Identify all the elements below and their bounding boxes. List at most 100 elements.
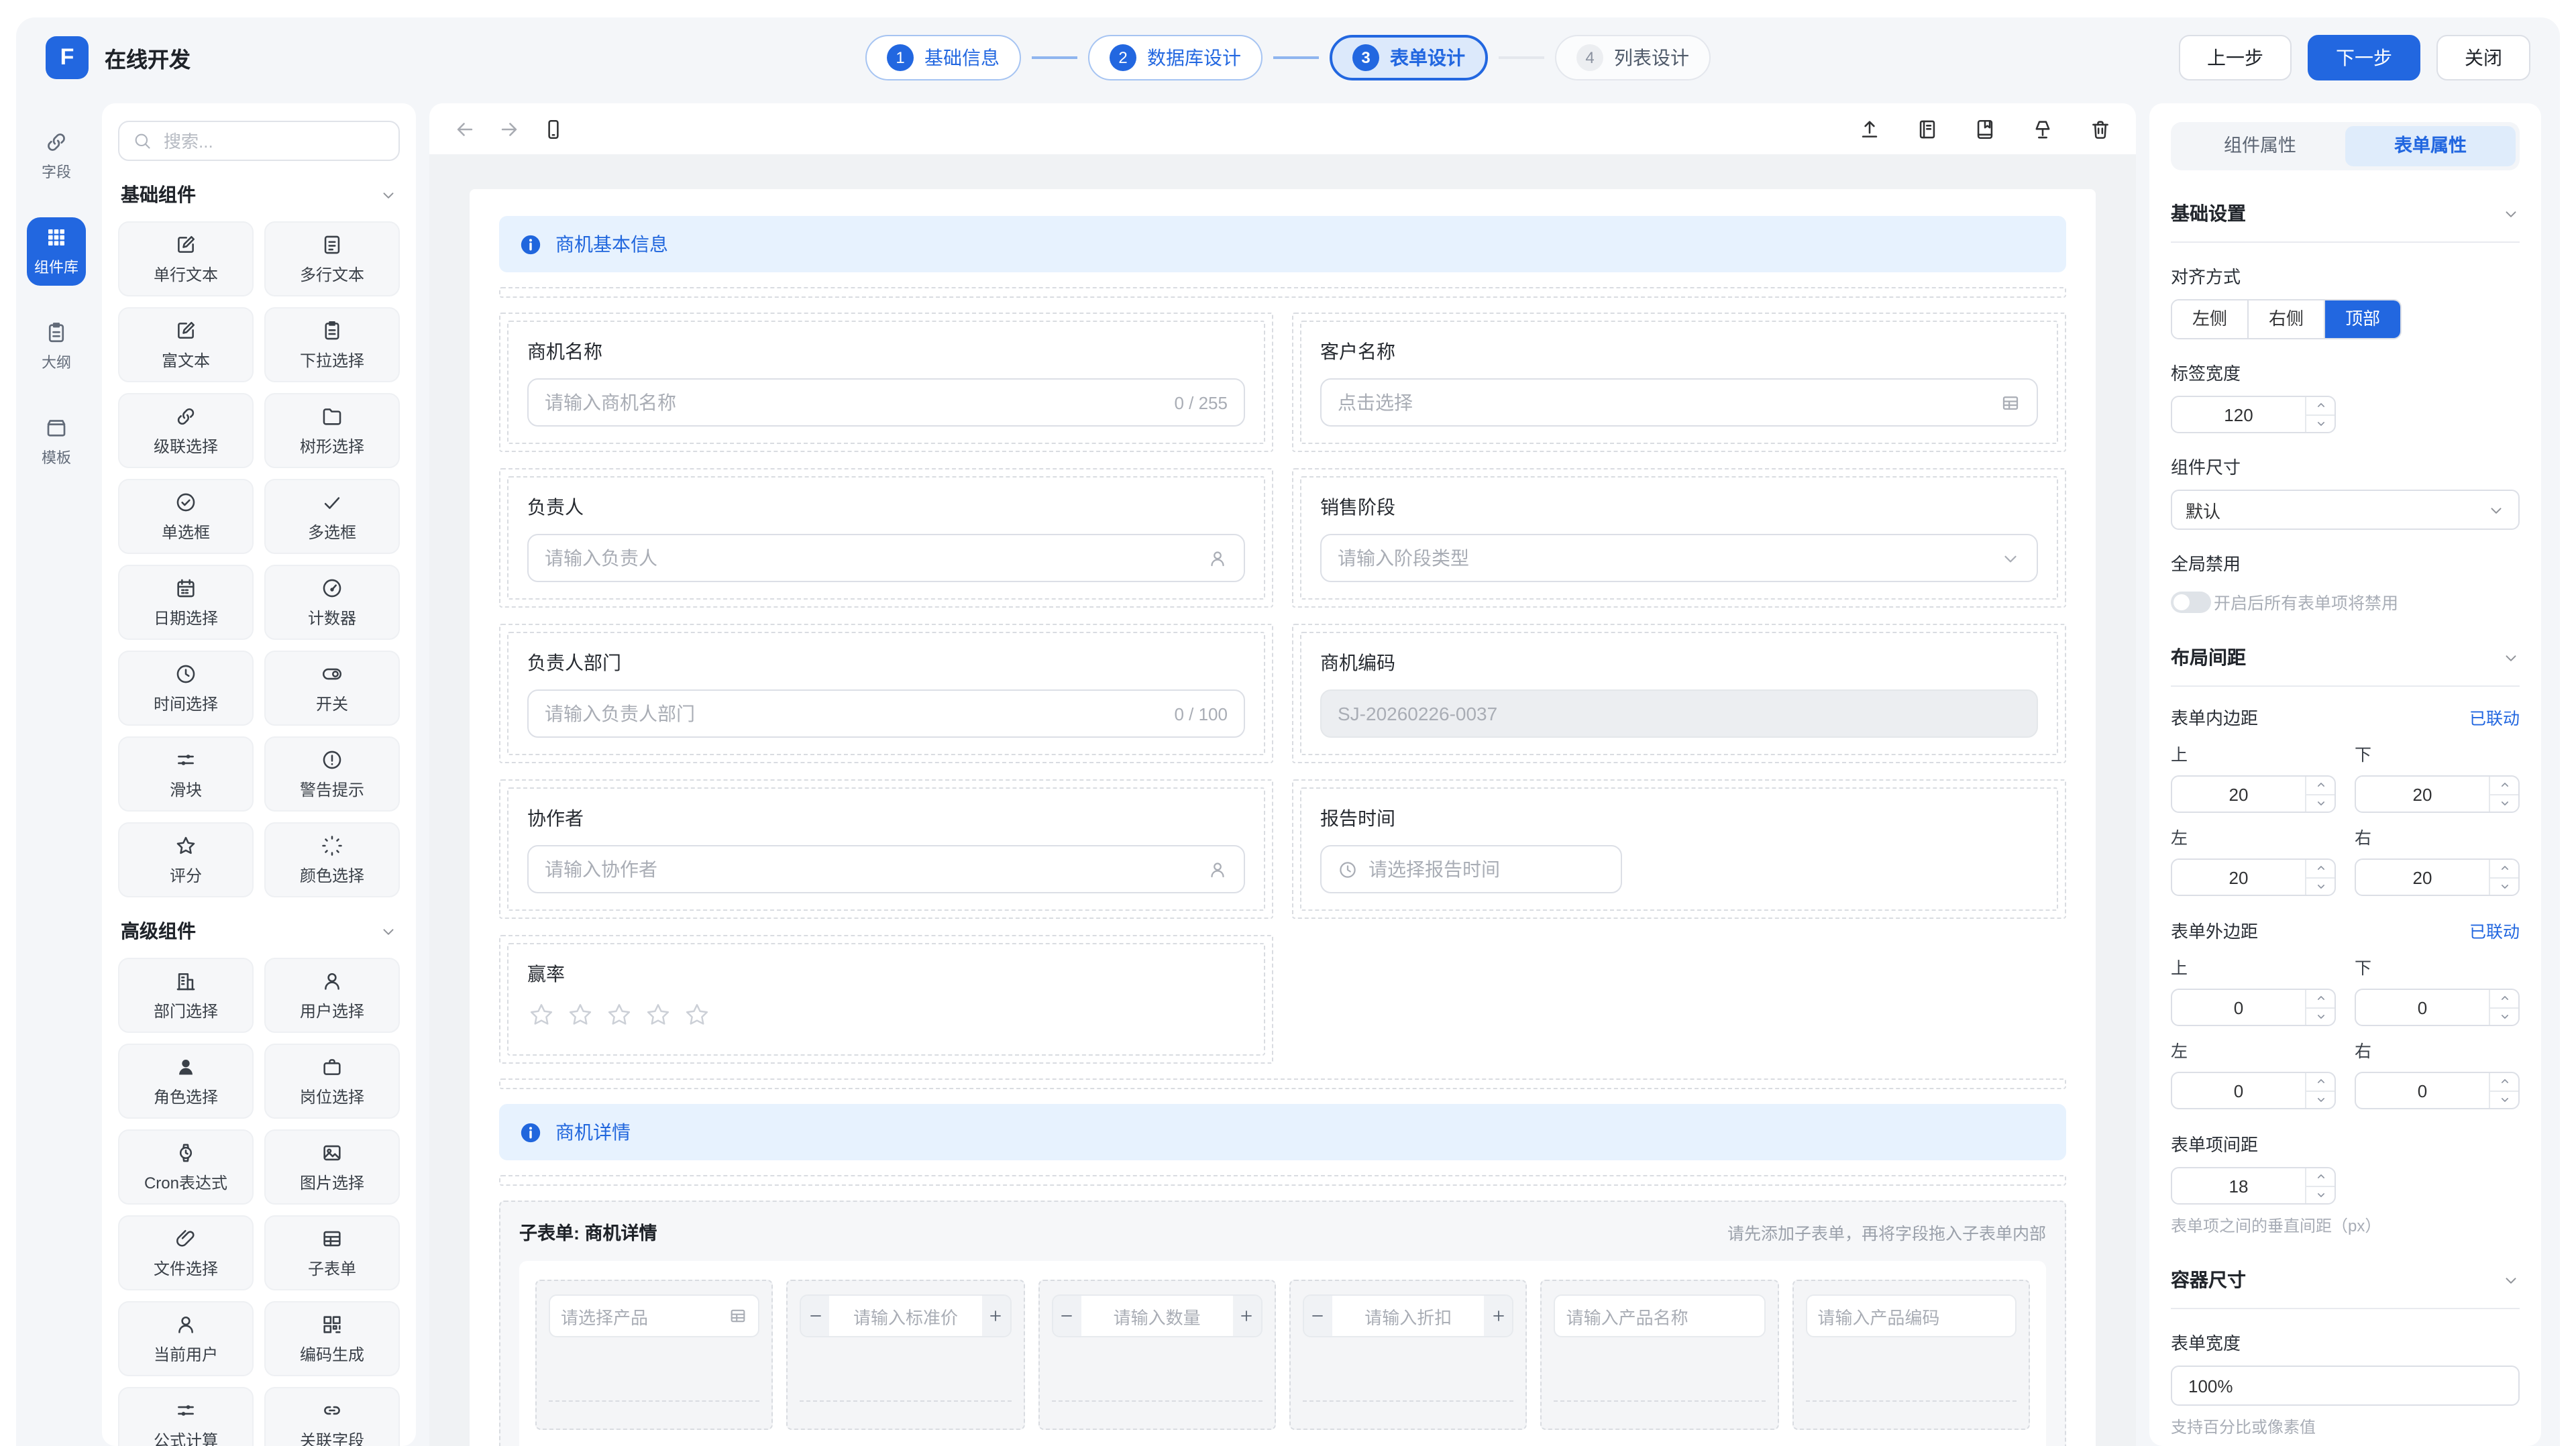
component-tile-滑块[interactable]: 滑块	[118, 736, 254, 812]
toolbar-savebook-button[interactable]	[1974, 117, 1996, 140]
margin-input-左[interactable]	[2172, 1073, 2305, 1108]
component-tile-图片选择[interactable]: 图片选择	[264, 1129, 400, 1205]
stepper-down-button[interactable]	[2306, 414, 2334, 432]
component-tile-树形选择[interactable]: 树形选择	[264, 393, 400, 468]
component-tile-开关[interactable]: 开关	[264, 651, 400, 726]
subform-cell[interactable]: 请输入数量	[1038, 1280, 1276, 1430]
form-field-报告时间[interactable]: 报告时间请选择报告时间	[1292, 779, 2066, 919]
align-option-顶部[interactable]: 顶部	[2324, 300, 2400, 338]
label-width-input[interactable]	[2172, 397, 2305, 432]
prev-step-button[interactable]: 上一步	[2179, 35, 2292, 80]
margin-stepper-下[interactable]	[2355, 989, 2520, 1026]
minus-button[interactable]	[1053, 1296, 1081, 1336]
item-gap-input[interactable]	[2172, 1168, 2305, 1203]
rail-item-大纲[interactable]: 大纲	[27, 313, 86, 381]
align-option-右侧[interactable]: 右侧	[2247, 300, 2324, 338]
margin-linked-link[interactable]: 已联动	[2469, 917, 2520, 943]
step-3[interactable]: 3表单设计	[1330, 35, 1488, 80]
rail-item-组件库[interactable]: 组件库	[27, 217, 86, 286]
stepper-down-button[interactable]	[2490, 1007, 2518, 1025]
toolbar-lamp-button[interactable]	[2031, 117, 2054, 140]
stepper-up-button[interactable]	[2490, 777, 2518, 793]
toolbar-upload-button[interactable]	[1858, 117, 1881, 140]
stepper-up-button[interactable]	[2306, 777, 2334, 793]
stepper-down-button[interactable]	[2490, 877, 2518, 895]
next-step-button[interactable]: 下一步	[2308, 35, 2420, 80]
rail-item-字段[interactable]: 字段	[27, 122, 86, 190]
minus-button[interactable]	[1304, 1296, 1332, 1336]
component-tile-警告提示[interactable]: 警告提示	[264, 736, 400, 812]
margin-input-下[interactable]	[2356, 990, 2489, 1025]
subform-input[interactable]: 请选择产品	[549, 1294, 760, 1337]
component-tile-岗位选择[interactable]: 岗位选择	[264, 1044, 400, 1119]
component-tile-文件选择[interactable]: 文件选择	[118, 1215, 254, 1290]
alert-banner[interactable]: 商机基本信息	[499, 216, 2066, 272]
subform-cell[interactable]: 请输入产品编码	[1792, 1280, 2030, 1430]
chevron-down-icon[interactable]	[2502, 1271, 2520, 1288]
subform-number-input[interactable]: 请输入数量	[1051, 1294, 1263, 1337]
form-field-协作者[interactable]: 协作者请输入协作者	[499, 779, 1273, 919]
padding-input-上[interactable]	[2172, 777, 2305, 812]
field-input-客户名称[interactable]: 点击选择	[1320, 378, 2038, 427]
step-1[interactable]: 1基础信息	[865, 35, 1021, 80]
component-tile-日期选择[interactable]: 日期选择	[118, 565, 254, 640]
padding-input-右[interactable]	[2356, 860, 2489, 895]
padding-stepper-上[interactable]	[2171, 775, 2336, 813]
stepper-down-button[interactable]	[2306, 1185, 2334, 1203]
close-button[interactable]: 关闭	[2436, 35, 2530, 80]
toolbar-trash-button[interactable]	[2089, 117, 2112, 140]
search-box[interactable]	[118, 121, 400, 161]
component-tile-富文本[interactable]: 富文本	[118, 307, 254, 382]
margin-stepper-右[interactable]	[2355, 1072, 2520, 1109]
subform-container[interactable]: 子表单: 商机详情请先添加子表单，再将字段拖入子表单内部请选择产品请输入标准价请…	[499, 1201, 2066, 1446]
field-input-商机编码[interactable]: SJ-20260226-0037	[1320, 689, 2038, 738]
component-tile-子表单[interactable]: 子表单	[264, 1215, 400, 1290]
stepper-down-button[interactable]	[2490, 793, 2518, 812]
component-tile-当前用户[interactable]: 当前用户	[118, 1301, 254, 1376]
stepper-down-button[interactable]	[2306, 793, 2334, 812]
stepper-up-button[interactable]	[2306, 1073, 2334, 1090]
padding-input-左[interactable]	[2172, 860, 2305, 895]
form-field-负责人[interactable]: 负责人请输入负责人	[499, 468, 1273, 608]
subform-cell[interactable]: 请选择产品	[535, 1280, 773, 1430]
stepper-down-button[interactable]	[2490, 1090, 2518, 1108]
toolbar-notebook-button[interactable]	[1916, 117, 1939, 140]
form-width-field[interactable]	[2171, 1366, 2520, 1406]
margin-input-右[interactable]	[2356, 1073, 2489, 1108]
form-field-商机编码[interactable]: 商机编码SJ-20260226-0037	[1292, 624, 2066, 763]
field-input-销售阶段[interactable]: 请输入阶段类型	[1320, 534, 2038, 582]
padding-stepper-右[interactable]	[2355, 858, 2520, 896]
component-tile-下拉选择[interactable]: 下拉选择	[264, 307, 400, 382]
component-tile-单选框[interactable]: 单选框	[118, 479, 254, 554]
plus-button[interactable]	[981, 1296, 1010, 1336]
library-section-header[interactable]: 高级组件	[121, 917, 397, 944]
subform-cell[interactable]: 请输入折扣	[1289, 1280, 1527, 1430]
component-tile-关联字段[interactable]: 关联字段	[264, 1387, 400, 1446]
component-tile-多选框[interactable]: 多选框	[264, 479, 400, 554]
component-tile-角色选择[interactable]: 角色选择	[118, 1044, 254, 1119]
minus-button[interactable]	[802, 1296, 830, 1336]
stepper-up-button[interactable]	[2490, 990, 2518, 1007]
component-tile-多行文本[interactable]: 多行文本	[264, 221, 400, 296]
stepper-down-button[interactable]	[2306, 1090, 2334, 1108]
stepper-up-button[interactable]	[2306, 990, 2334, 1007]
component-tile-时间选择[interactable]: 时间选择	[118, 651, 254, 726]
search-input[interactable]	[161, 129, 385, 152]
form-field-负责人部门[interactable]: 负责人部门请输入负责人部门0 / 100	[499, 624, 1273, 763]
component-size-select[interactable]: 默认	[2171, 490, 2520, 530]
margin-input-上[interactable]	[2172, 990, 2305, 1025]
step-2[interactable]: 2数据库设计	[1088, 35, 1263, 80]
padding-stepper-左[interactable]	[2171, 858, 2336, 896]
stepper-up-button[interactable]	[2490, 1073, 2518, 1090]
library-section-header[interactable]: 基础组件	[121, 181, 397, 208]
component-tile-单行文本[interactable]: 单行文本	[118, 221, 254, 296]
field-input-协作者[interactable]: 请输入协作者	[527, 845, 1245, 893]
subform-cell[interactable]: 请输入标准价	[787, 1280, 1025, 1430]
subform-number-input[interactable]: 请输入折扣	[1303, 1294, 1514, 1337]
stepper-up-button[interactable]	[2306, 397, 2334, 414]
subform-input[interactable]: 请输入产品名称	[1554, 1294, 1766, 1337]
tab-组件属性[interactable]: 组件属性	[2175, 126, 2345, 166]
form-field-销售阶段[interactable]: 销售阶段请输入阶段类型	[1292, 468, 2066, 608]
component-tile-计数器[interactable]: 计数器	[264, 565, 400, 640]
item-gap-stepper[interactable]	[2171, 1167, 2336, 1205]
